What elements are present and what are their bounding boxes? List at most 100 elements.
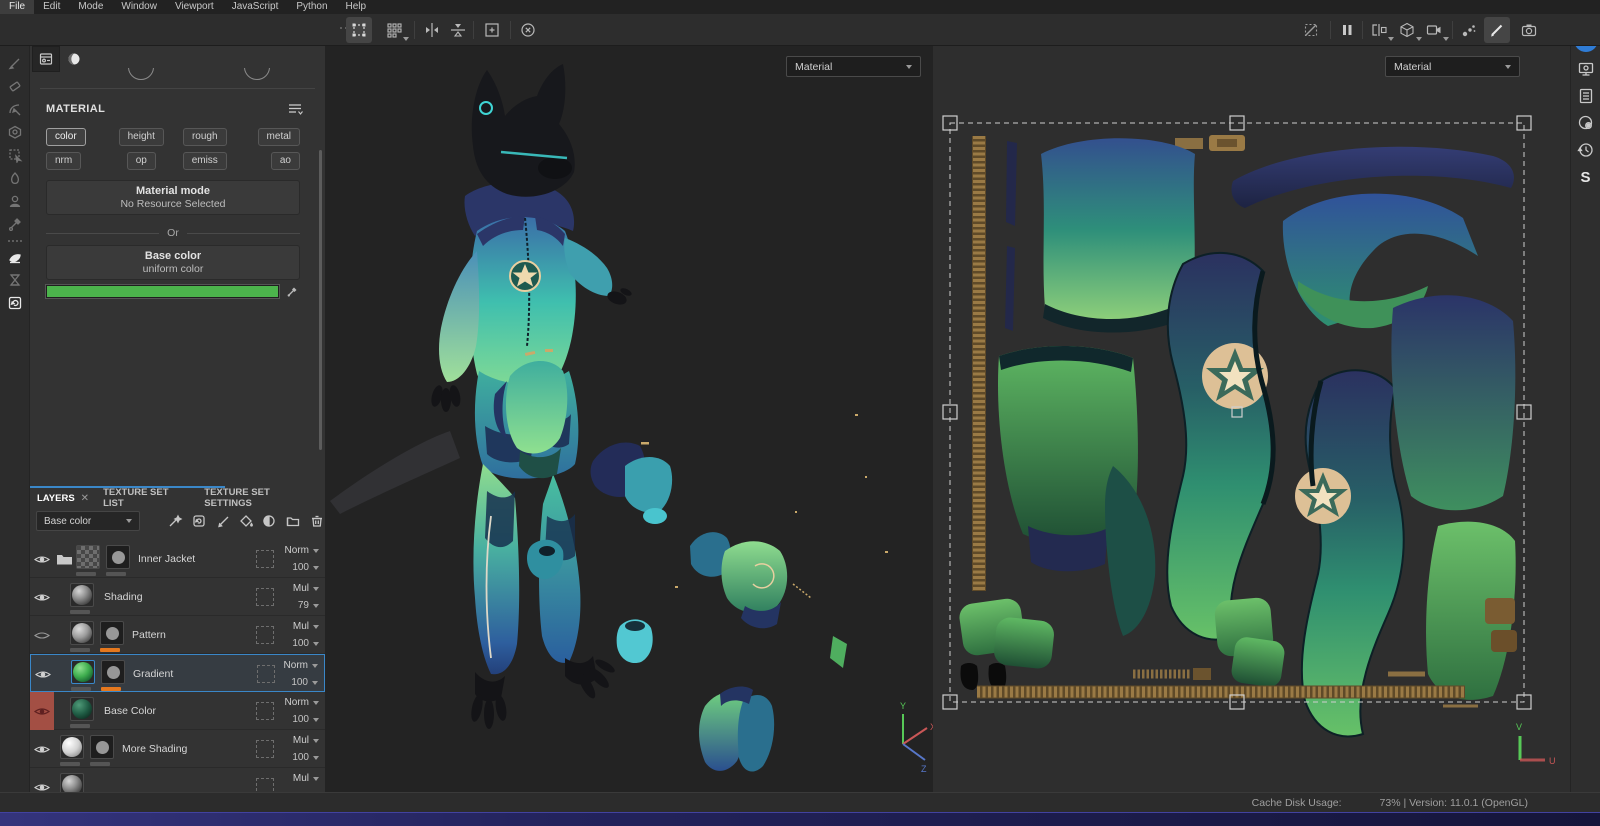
visibility-toggle[interactable] bbox=[30, 692, 54, 730]
menu-help[interactable]: Help bbox=[337, 0, 376, 14]
visibility-toggle[interactable] bbox=[30, 540, 54, 578]
screenshot-camera-button[interactable] bbox=[1516, 17, 1542, 43]
reset-view-button[interactable] bbox=[515, 17, 541, 43]
history-button[interactable] bbox=[1575, 139, 1597, 161]
menu-python[interactable]: Python bbox=[287, 0, 336, 14]
properties-subtab-settings[interactable] bbox=[32, 46, 60, 72]
channel-op-button[interactable]: op bbox=[127, 152, 156, 170]
scrollbar[interactable] bbox=[319, 150, 322, 450]
deselect-button[interactable] bbox=[1298, 17, 1324, 43]
menu-window[interactable]: Window bbox=[112, 0, 166, 14]
baking-tool-icon[interactable] bbox=[4, 269, 26, 291]
layer-thumbnail[interactable] bbox=[70, 621, 94, 645]
material-display-select-2d[interactable]: Material bbox=[1385, 56, 1520, 77]
visibility-toggle[interactable] bbox=[30, 730, 54, 768]
resources-updater-icon[interactable] bbox=[4, 292, 26, 314]
particles-button[interactable] bbox=[1456, 17, 1482, 43]
layer-mask-thumbnail[interactable] bbox=[106, 545, 130, 569]
clone-tool-icon[interactable] bbox=[4, 190, 26, 212]
frame-view-button[interactable] bbox=[479, 17, 505, 43]
layer-row-base-color[interactable]: Base Color Norm 100 bbox=[30, 692, 325, 730]
paint-tool-icon[interactable] bbox=[4, 52, 26, 74]
layer-content-box[interactable] bbox=[256, 740, 274, 758]
eyedropper-icon[interactable] bbox=[286, 284, 300, 298]
quick-mask-tool-icon[interactable] bbox=[4, 246, 26, 268]
layer-thumbnail[interactable] bbox=[60, 773, 84, 792]
channel-ao-button[interactable]: ao bbox=[271, 152, 300, 170]
channel-height-button[interactable]: height bbox=[119, 128, 164, 146]
pause-engine-button[interactable] bbox=[1334, 17, 1360, 43]
layer-row-pattern[interactable]: Pattern Mul 100 bbox=[30, 616, 325, 654]
shader-settings-button[interactable] bbox=[1575, 112, 1597, 134]
layer-content-box[interactable] bbox=[256, 702, 274, 720]
channel-color-button[interactable]: color bbox=[46, 128, 86, 146]
menu-edit[interactable]: Edit bbox=[34, 0, 69, 14]
material-mode-button[interactable]: Material mode No Resource Selected bbox=[46, 180, 300, 215]
blend-mode-select[interactable]: Norm bbox=[273, 542, 319, 559]
material-picker-tool-icon[interactable] bbox=[4, 213, 26, 235]
texture-set-list-button[interactable] bbox=[1575, 85, 1597, 107]
layer-thumbnail[interactable] bbox=[70, 583, 94, 607]
viewport-2d[interactable]: Material bbox=[933, 46, 1570, 792]
eraser-tool-icon[interactable] bbox=[4, 75, 26, 97]
mirror-vertical-button[interactable] bbox=[445, 17, 471, 43]
tab-texture-set-list[interactable]: TEXTURE SET LIST bbox=[96, 487, 197, 509]
add-smart-mask-icon[interactable] bbox=[260, 512, 278, 530]
layer-row-partial[interactable]: Mul bbox=[30, 768, 325, 792]
menu-mode[interactable]: Mode bbox=[69, 0, 112, 14]
channel-metal-button[interactable]: metal bbox=[258, 128, 300, 146]
camera-view-button[interactable] bbox=[1421, 17, 1447, 43]
projection-tool-icon[interactable] bbox=[4, 98, 26, 120]
layer-thumbnail[interactable] bbox=[70, 697, 94, 721]
opacity-select[interactable]: 100 bbox=[272, 674, 318, 691]
section-menu-icon[interactable] bbox=[287, 102, 303, 121]
tab-texture-set-settings[interactable]: TEXTURE SET SETTINGS bbox=[197, 487, 325, 509]
close-icon[interactable]: ✕ bbox=[81, 493, 89, 504]
layer-content-box[interactable] bbox=[256, 588, 274, 606]
channel-filter-select[interactable]: Base color bbox=[36, 511, 140, 531]
uv-tile-select-button[interactable] bbox=[346, 17, 372, 43]
paint-brush-tool-button[interactable] bbox=[1484, 17, 1510, 43]
opacity-select[interactable]: 100 bbox=[273, 749, 319, 766]
uv-tiling-mode-button[interactable] bbox=[381, 17, 407, 43]
add-fill-layer-icon[interactable] bbox=[237, 512, 255, 530]
visibility-toggle[interactable] bbox=[31, 655, 55, 693]
layer-row-shading[interactable]: Shading Mul 79 bbox=[30, 578, 325, 616]
channel-rough-button[interactable]: rough bbox=[183, 128, 227, 146]
polygon-fill-tool-icon[interactable] bbox=[4, 121, 26, 143]
mirror-horizontal-button[interactable] bbox=[419, 17, 445, 43]
channel-nrm-button[interactable]: nrm bbox=[46, 152, 81, 170]
add-folder-icon[interactable] bbox=[284, 512, 302, 530]
opacity-select[interactable]: 100 bbox=[273, 635, 319, 652]
smudge-tool-icon[interactable] bbox=[4, 167, 26, 189]
layer-mask-thumbnail[interactable] bbox=[100, 621, 124, 645]
selection-tool-icon[interactable] bbox=[4, 144, 26, 166]
layer-row-more-shading[interactable]: More Shading Mul 100 bbox=[30, 730, 325, 768]
visibility-toggle[interactable] bbox=[30, 768, 54, 792]
display-settings-button[interactable] bbox=[1575, 58, 1597, 80]
layer-thumbnail[interactable] bbox=[71, 660, 95, 684]
opacity-select[interactable]: 79 bbox=[273, 597, 319, 614]
opacity-select[interactable]: 100 bbox=[273, 559, 319, 576]
add-smart-material-icon[interactable] bbox=[166, 512, 184, 530]
add-paint-layer-icon[interactable] bbox=[215, 512, 233, 530]
substance-launcher-icon[interactable]: S bbox=[1575, 166, 1597, 188]
base-color-mode-button[interactable]: Base color uniform color bbox=[46, 245, 300, 280]
blend-mode-select[interactable]: Norm bbox=[273, 694, 319, 711]
viewport-3d[interactable]: Material bbox=[325, 46, 933, 792]
delete-layer-icon[interactable] bbox=[308, 512, 325, 530]
channel-emiss-button[interactable]: emiss bbox=[183, 152, 227, 170]
menu-javascript[interactable]: JavaScript bbox=[223, 0, 288, 14]
3d-view-mode-button[interactable] bbox=[1394, 17, 1420, 43]
layer-content-box[interactable] bbox=[256, 550, 274, 568]
layer-mask-thumbnail[interactable] bbox=[101, 660, 125, 684]
menu-file[interactable]: File bbox=[0, 0, 34, 14]
layer-row-gradient[interactable]: Gradient Norm 100 bbox=[30, 654, 325, 692]
layer-content-box[interactable] bbox=[256, 626, 274, 644]
layer-content-box[interactable] bbox=[256, 778, 274, 792]
add-effect-icon[interactable] bbox=[190, 512, 208, 530]
properties-subtab-material[interactable] bbox=[60, 46, 88, 72]
visibility-toggle[interactable] bbox=[30, 578, 54, 616]
layer-mask-thumbnail[interactable] bbox=[90, 735, 114, 759]
blend-mode-select[interactable]: Mul bbox=[273, 580, 319, 597]
